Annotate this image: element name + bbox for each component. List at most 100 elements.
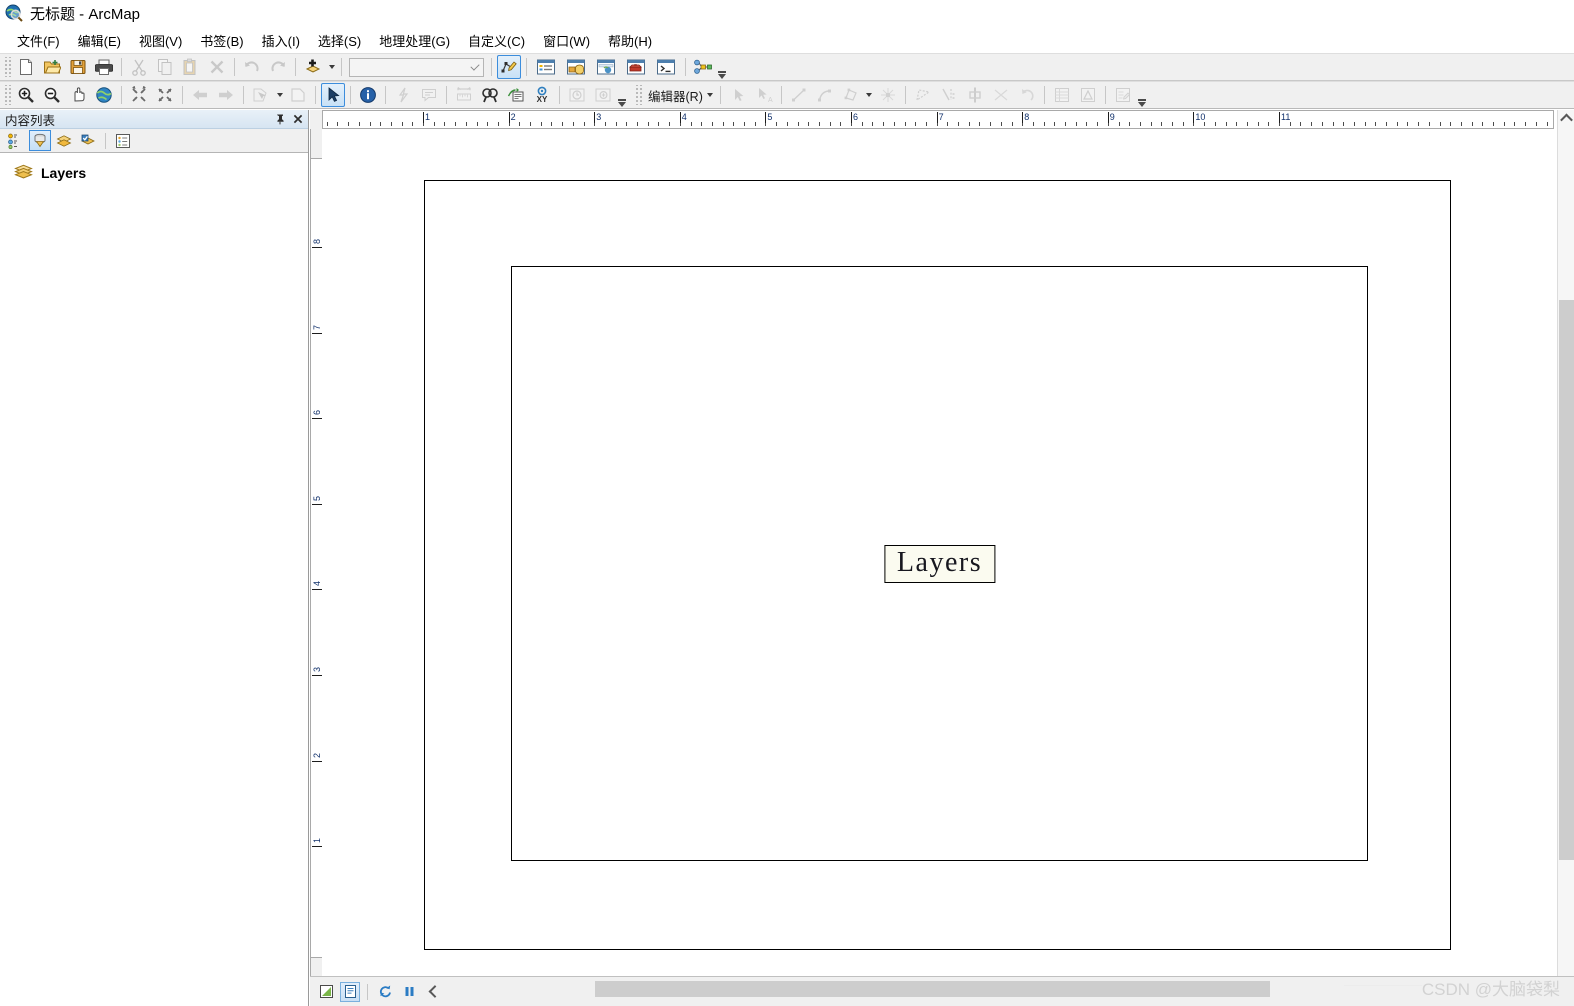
create-viewer-window-icon[interactable] (591, 83, 615, 107)
pan-icon[interactable] (66, 83, 90, 107)
time-slider-icon[interactable] (565, 83, 589, 107)
copy-icon[interactable] (153, 55, 177, 79)
editor-menu-label[interactable]: 编辑器(R) (644, 86, 705, 105)
construction-tool-caret[interactable] (864, 84, 875, 106)
print-icon[interactable] (92, 55, 116, 79)
cut-polygons-icon[interactable] (937, 83, 961, 107)
toolbar-grip[interactable] (3, 57, 11, 77)
attributes-table-icon[interactable] (1050, 83, 1074, 107)
editor-toolbar-icon[interactable] (497, 55, 521, 79)
collapse-panel-icon[interactable] (423, 982, 443, 1002)
select-features-icon[interactable] (249, 83, 273, 107)
menu-insert[interactable]: 插入(I) (253, 28, 309, 53)
page-layout-view-icon[interactable] (340, 981, 360, 1002)
layout-horizontal-scrollbar[interactable] (595, 980, 1555, 998)
scroll-up-button[interactable] (1558, 110, 1574, 127)
select-elements-icon[interactable] (321, 83, 345, 107)
menu-edit[interactable]: 编辑(E) (69, 28, 130, 53)
save-icon[interactable] (66, 55, 90, 79)
close-icon[interactable] (290, 111, 306, 127)
undo-edit-icon[interactable] (1015, 83, 1039, 107)
undo-icon[interactable] (240, 55, 264, 79)
page-sheet[interactable]: Layers (424, 180, 1451, 950)
refresh-view-icon[interactable] (375, 982, 395, 1002)
straight-segment-icon[interactable] (787, 83, 811, 107)
edit-annotation-tool-icon[interactable]: A (752, 83, 776, 107)
new-document-icon[interactable] (14, 55, 38, 79)
toolbar-overflow-icon[interactable] (616, 83, 628, 108)
map-scale-combo[interactable] (349, 57, 484, 77)
ruler-tick-minor (872, 122, 874, 126)
toolbar-overflow-icon[interactable] (716, 55, 728, 80)
find-route-icon[interactable] (504, 83, 528, 107)
add-data-dropdown-caret[interactable] (326, 56, 337, 78)
list-by-source-icon[interactable] (29, 130, 51, 151)
pin-icon[interactable] (272, 111, 288, 127)
menu-help[interactable]: 帮助(H) (599, 28, 661, 53)
pause-drawing-icon[interactable] (399, 982, 419, 1002)
python-window-icon[interactable] (652, 55, 680, 79)
catalog-window-icon[interactable] (562, 55, 590, 79)
draw-toggle-icon[interactable] (316, 982, 336, 1002)
select-features-dropdown-caret[interactable] (274, 84, 285, 106)
horizontal-ruler[interactable]: 1 2 3 4 5 6 7 8 9 10 11 (322, 110, 1554, 129)
split-tool-icon[interactable] (963, 83, 987, 107)
reshape-feature-icon[interactable] (911, 83, 935, 107)
horizontal-scroll-thumb[interactable] (595, 981, 1270, 997)
layout-vertical-scrollbar[interactable] (1557, 110, 1574, 988)
paste-icon[interactable] (179, 55, 203, 79)
clear-selection-icon[interactable] (286, 83, 310, 107)
html-popup-icon[interactable] (417, 83, 441, 107)
toolbar-grip[interactable] (3, 85, 11, 105)
menu-bookmarks[interactable]: 书签(B) (191, 28, 252, 53)
measure-icon[interactable] (452, 83, 476, 107)
delete-icon[interactable] (205, 55, 229, 79)
model-builder-icon[interactable] (691, 55, 715, 79)
ruler-tick-minor (540, 122, 542, 126)
add-data-icon[interactable] (301, 55, 325, 79)
cut-icon[interactable] (127, 55, 151, 79)
editor-menu-caret[interactable] (705, 84, 716, 106)
go-back-extent-icon[interactable] (188, 83, 212, 107)
sketch-properties-icon[interactable] (1076, 83, 1100, 107)
table-of-contents-icon[interactable] (532, 55, 560, 79)
rotate-tool-icon[interactable] (989, 83, 1013, 107)
identify-icon[interactable] (356, 83, 380, 107)
vertical-scroll-thumb[interactable] (1559, 300, 1574, 860)
zoom-in-icon[interactable] (14, 83, 38, 107)
fixed-zoom-in-icon[interactable] (127, 83, 151, 107)
editor-toolbar-grip[interactable] (634, 85, 642, 105)
chevron-down-icon[interactable] (467, 59, 483, 76)
go-forward-extent-icon[interactable] (214, 83, 238, 107)
menu-geoprocessing[interactable]: 地理处理(G) (370, 28, 459, 53)
layout-canvas[interactable]: Layers (322, 129, 1555, 988)
search-window-icon[interactable] (592, 55, 620, 79)
create-features-icon[interactable] (1111, 83, 1135, 107)
list-by-drawing-order-icon[interactable] (5, 130, 27, 151)
zoom-out-icon[interactable] (40, 83, 64, 107)
menu-selection[interactable]: 选择(S) (309, 28, 370, 53)
open-folder-icon[interactable] (40, 55, 64, 79)
toc-options-icon[interactable] (112, 130, 134, 151)
menu-window[interactable]: 窗口(W) (534, 28, 599, 53)
toolbar-overflow-icon[interactable] (1136, 83, 1148, 108)
hyperlink-icon[interactable] (391, 83, 415, 107)
find-icon[interactable] (478, 83, 502, 107)
layers-text-element[interactable]: Layers (883, 544, 996, 583)
curve-segment-icon[interactable] (813, 83, 837, 107)
redo-icon[interactable] (266, 55, 290, 79)
list-by-visibility-icon[interactable] (53, 130, 75, 151)
full-extent-icon[interactable] (92, 83, 116, 107)
menu-file[interactable]: 文件(F) (8, 28, 69, 53)
edit-tool-icon[interactable] (726, 83, 750, 107)
fixed-zoom-out-icon[interactable] (153, 83, 177, 107)
menu-view[interactable]: 视图(V) (130, 28, 191, 53)
arctoolbox-icon[interactable] (622, 55, 650, 79)
go-to-xy-icon[interactable]: XY (530, 83, 554, 107)
edit-vertices-icon[interactable] (876, 83, 900, 107)
construction-tool-icon[interactable] (839, 83, 863, 107)
data-frame[interactable]: Layers (511, 266, 1368, 861)
menu-customize[interactable]: 自定义(C) (459, 28, 534, 53)
list-by-selection-icon[interactable] (77, 130, 99, 151)
toc-layer-item[interactable]: Layers (14, 163, 308, 183)
